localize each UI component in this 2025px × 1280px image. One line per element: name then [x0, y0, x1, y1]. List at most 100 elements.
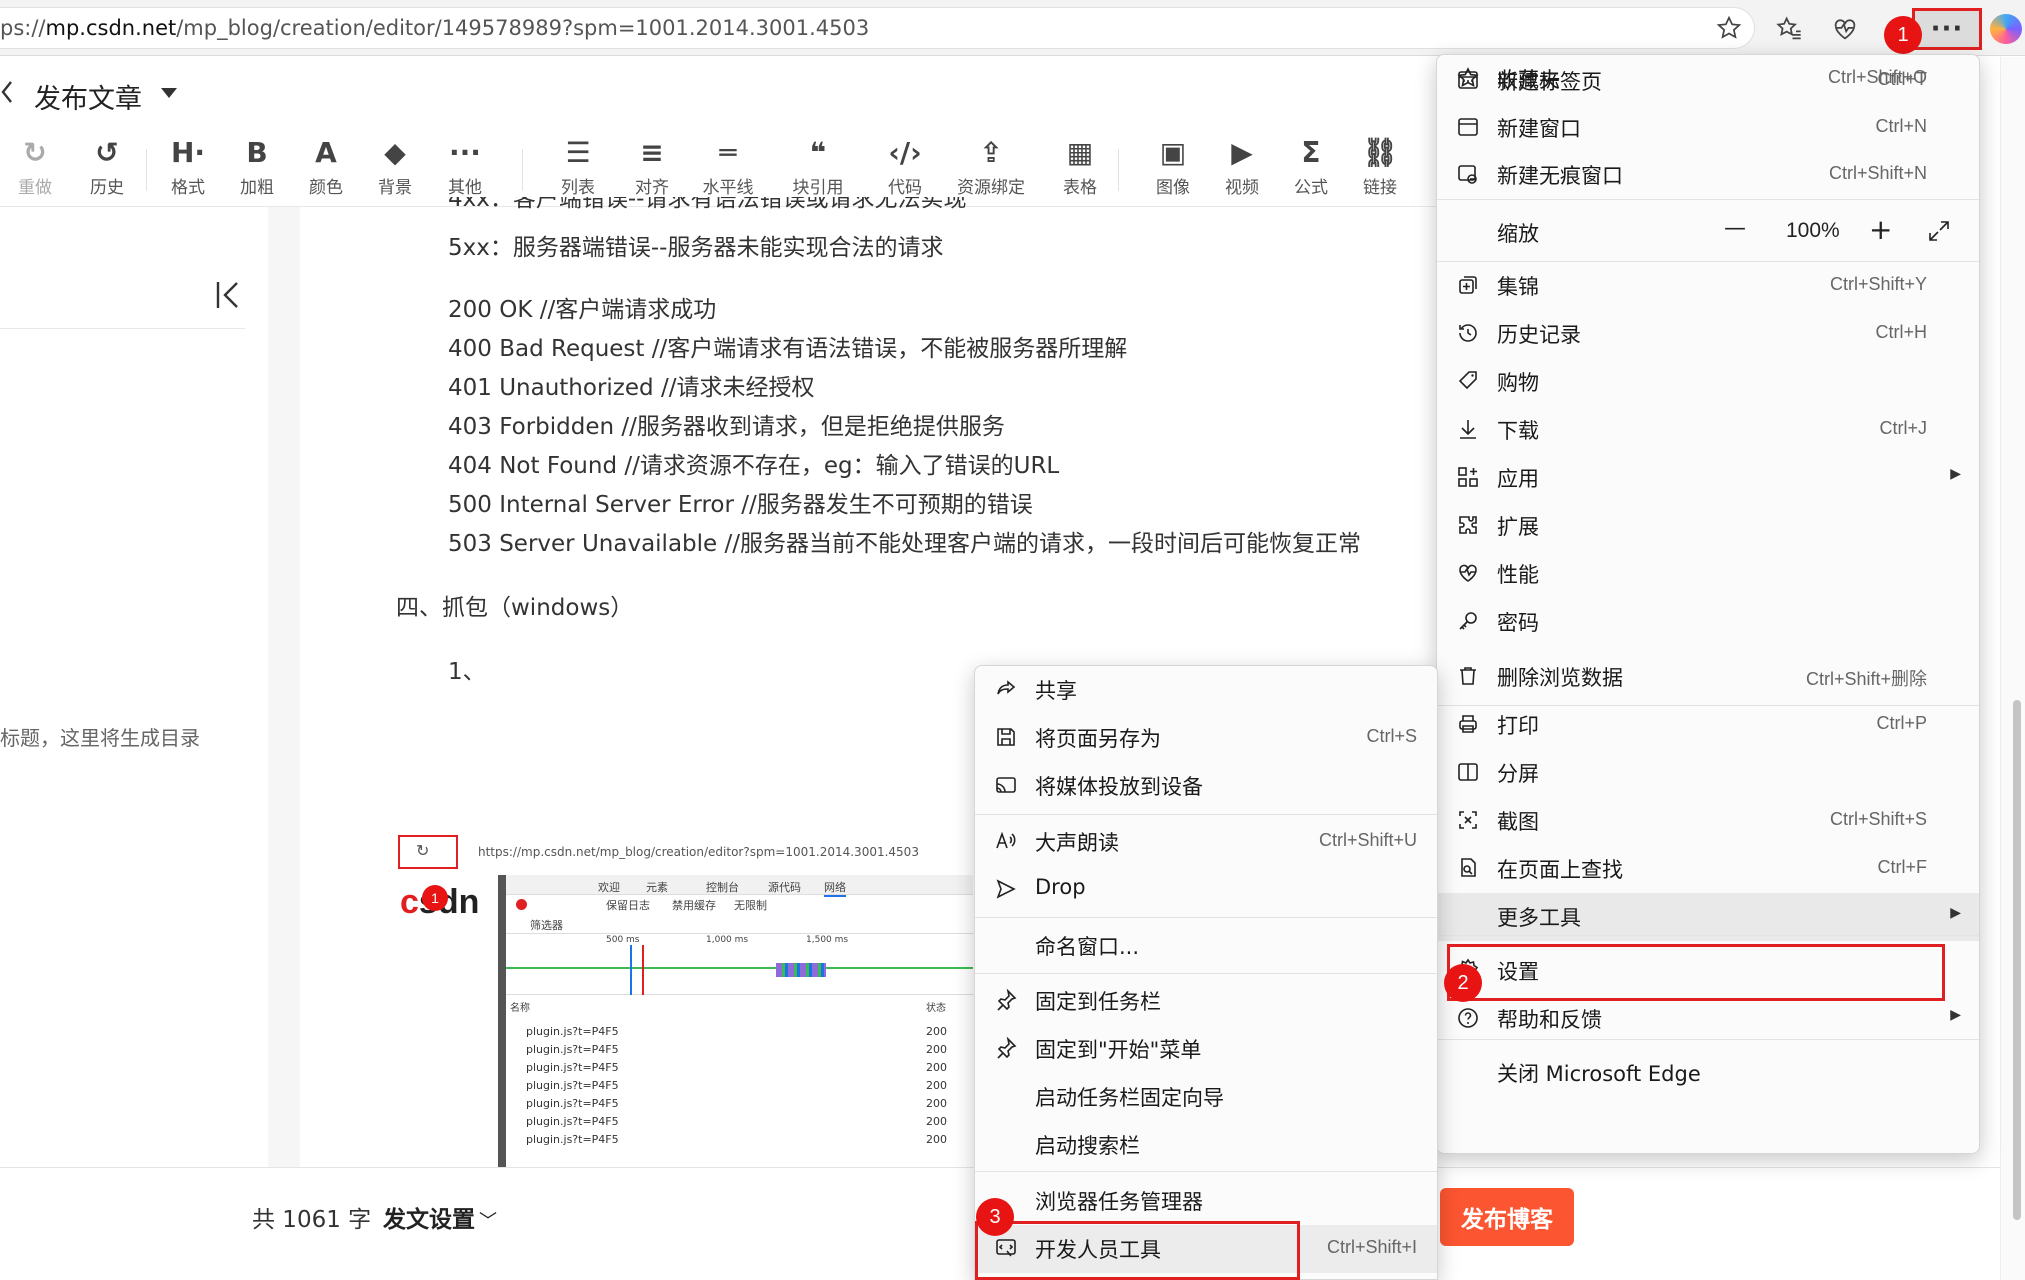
- zoom-value: 100%: [1786, 219, 1840, 242]
- menu-item-shortcut: Ctrl+J: [1879, 418, 1927, 438]
- toolbar-heading-button[interactable]: H· 格式: [153, 133, 223, 203]
- submenu-item-label: 启动搜索栏: [1035, 1134, 1140, 1158]
- submenu-item-pin[interactable]: 固定到任务栏: [975, 977, 1437, 1025]
- article-line: 401 Unauthorized //请求未经授权: [448, 375, 815, 401]
- toolbar-history-button[interactable]: ↺ 历史: [72, 133, 142, 203]
- favorites-bar-icon[interactable]: [1770, 10, 1808, 48]
- devtools-option: 无限制: [734, 899, 767, 912]
- menu-item-inprivate-window[interactable]: 新建无痕窗口 Ctrl+Shift+N: [1437, 151, 1979, 199]
- toolbar-code-button[interactable]: ‹/› 代码: [870, 133, 940, 203]
- menu-item-shopping-tag[interactable]: 购物: [1437, 358, 1979, 406]
- devtools-filter-label: 筛选器: [530, 919, 563, 932]
- zoom-in-button[interactable]: +: [1869, 213, 1892, 246]
- menu-item-label: 新建无痕窗口: [1497, 164, 1623, 188]
- heading-icon: H·: [170, 135, 206, 169]
- submenu-item-share[interactable]: 共享: [975, 666, 1437, 714]
- menu-item-download[interactable]: 下载 Ctrl+J: [1437, 406, 1979, 454]
- apps-icon: [1455, 464, 1481, 490]
- favorite-star-icon[interactable]: [1710, 9, 1748, 47]
- embedded-step-badge: 1: [422, 885, 448, 911]
- submenu-item-pin[interactable]: 固定到"开始"菜单: [975, 1025, 1437, 1073]
- submenu-item-save-page[interactable]: 将页面另存为 Ctrl+S: [975, 714, 1437, 762]
- help-icon: [1455, 1005, 1481, 1031]
- find-in-page-icon: [1455, 855, 1481, 881]
- menu-item-close-edge[interactable]: 关闭 Microsoft Edge: [1437, 1049, 1979, 1097]
- menu-item-print[interactable]: 打印 Ctrl+P: [1437, 701, 1979, 749]
- submenu-item-text-10[interactable]: 浏览器任务管理器: [975, 1177, 1437, 1225]
- toolbar-more-dots-button[interactable]: ··· 其他: [430, 133, 500, 203]
- menu-item-collections[interactable]: 集锦 Ctrl+Shift+Y: [1437, 262, 1979, 310]
- toolbar-table-button[interactable]: ▦ 表格: [1045, 133, 1115, 203]
- menu-item-more-tools[interactable]: 更多工具 ▶: [1437, 893, 1979, 941]
- toolbar-color-button[interactable]: A 颜色: [291, 133, 361, 203]
- toolbar-resource-bind-button[interactable]: ⇪ 资源绑定: [956, 133, 1026, 203]
- menu-item-shortcut: Ctrl+Shift+Y: [1829, 274, 1927, 294]
- menu-item-find-in-page[interactable]: 在页面上查找 Ctrl+F: [1437, 845, 1979, 893]
- menu-item-star[interactable]: 收藏夹 Ctrl+Shift+O: [1437, 55, 1979, 103]
- zoom-out-button[interactable]: —: [1724, 216, 1746, 241]
- menu-item-shortcut: Ctrl+Shift+O: [1827, 67, 1927, 87]
- menu-item-performance[interactable]: 性能: [1437, 550, 1979, 598]
- toolbar-paint-bucket-button[interactable]: ◆ 背景: [360, 133, 430, 203]
- cast-icon: [993, 772, 1019, 798]
- collapse-toc-icon[interactable]: [215, 280, 241, 310]
- toolbar-list-button[interactable]: ☰ 列表: [543, 133, 613, 203]
- publish-blog-button[interactable]: 发布博客: [1440, 1188, 1574, 1246]
- submenu-item-drop[interactable]: Drop: [975, 866, 1437, 914]
- inprivate-window-icon: [1455, 161, 1481, 187]
- toolbar-link-button[interactable]: ⛓ 链接: [1345, 133, 1415, 203]
- list-icon: ☰: [565, 135, 591, 169]
- submenu-item-text-9[interactable]: 启动搜索栏: [975, 1121, 1437, 1169]
- menu-item-extensions[interactable]: 扩展: [1437, 502, 1979, 550]
- toolbar-horizontal-rule-button[interactable]: ═ 水平线: [693, 133, 763, 203]
- submenu-item-cast[interactable]: 将媒体投放到设备: [975, 762, 1437, 810]
- toolbar-label: 列表: [561, 178, 595, 198]
- toolbar-align-button[interactable]: ≡ 对齐: [617, 133, 687, 203]
- print-icon: [1455, 711, 1481, 737]
- page-scrollbar[interactable]: [2013, 700, 2021, 1220]
- code-icon: ‹/›: [888, 135, 922, 169]
- request-row: plugin.js?t=P4F5: [526, 1133, 619, 1146]
- submenu-item-text-8[interactable]: 启动任务栏固定向导: [975, 1073, 1437, 1121]
- timeline-tick: 1,500 ms: [806, 935, 849, 945]
- menu-item-history[interactable]: 历史记录 Ctrl+H: [1437, 310, 1979, 358]
- submenu-item-text-5[interactable]: 命名窗口...: [975, 922, 1437, 970]
- menu-item-apps[interactable]: 应用 ▶: [1437, 454, 1979, 502]
- toolbar-formula-button[interactable]: Σ 公式: [1276, 133, 1346, 203]
- menu-item-trash[interactable]: 删除浏览数据 Ctrl+Shift+删除: [1437, 653, 1979, 701]
- back-chevron-icon[interactable]: [0, 79, 14, 105]
- toolbar-quote-button[interactable]: ❝ 块引用: [783, 133, 853, 203]
- submenu-item-read-aloud[interactable]: 大声朗读 Ctrl+Shift+U: [975, 818, 1437, 866]
- quote-icon: ❝: [809, 135, 827, 169]
- settings-and-more-button[interactable]: ···: [1912, 8, 1982, 50]
- editor-toolbar: ↻ 重做 ↺ 历史 H· 格式 B 加粗 A 颜色 ◆ 背景 ··· 其他 ☰ 列表 ≡ 对齐 ═ 水平线 ❝ 块引用 ‹/…: [0, 127, 1440, 207]
- share-icon: [993, 676, 1019, 702]
- copilot-icon[interactable]: [1990, 14, 2022, 44]
- menu-item-label: 截图: [1497, 810, 1539, 834]
- toolbar-bold-button[interactable]: B 加粗: [222, 133, 292, 203]
- toolbar-redo-button[interactable]: ↻ 重做: [0, 133, 70, 203]
- toolbar-separator: [522, 149, 523, 191]
- fullscreen-icon[interactable]: [1927, 219, 1951, 243]
- toolbar-image-button[interactable]: ▣ 图像: [1138, 133, 1208, 203]
- toolbar-label: 资源绑定: [957, 178, 1025, 198]
- url-host: mp.csdn.net: [45, 16, 177, 40]
- formula-icon: Σ: [1301, 135, 1321, 169]
- menu-item-shortcut: Ctrl+F: [1877, 857, 1928, 877]
- image-icon: ▣: [1159, 135, 1187, 169]
- performance-heart-icon[interactable]: [1826, 10, 1864, 48]
- toolbar-video-button[interactable]: ▶ 视频: [1207, 133, 1277, 203]
- zoom-row: 缩放 — 100% +: [1437, 207, 1979, 257]
- caret-down-icon[interactable]: [160, 87, 178, 99]
- pin-icon: [993, 987, 1019, 1013]
- submenu-arrow-icon: ▶: [1950, 1007, 1961, 1023]
- menu-item-key[interactable]: 密码: [1437, 598, 1979, 646]
- publish-settings-button[interactable]: 发文设置 ﹀: [383, 1200, 497, 1234]
- menu-item-label: 关闭 Microsoft Edge: [1497, 1062, 1701, 1086]
- menu-item-split-screen[interactable]: 分屏: [1437, 749, 1979, 797]
- color-icon: A: [315, 135, 337, 169]
- menu-item-new-window[interactable]: 新建窗口 Ctrl+N: [1437, 104, 1979, 152]
- menu-item-screenshot[interactable]: 截图 Ctrl+Shift+S: [1437, 797, 1979, 845]
- menu-item-help[interactable]: 帮助和反馈 ▶: [1437, 995, 1979, 1043]
- url-field[interactable]: ps://mp.csdn.net/mp_blog/creation/editor…: [0, 7, 1755, 49]
